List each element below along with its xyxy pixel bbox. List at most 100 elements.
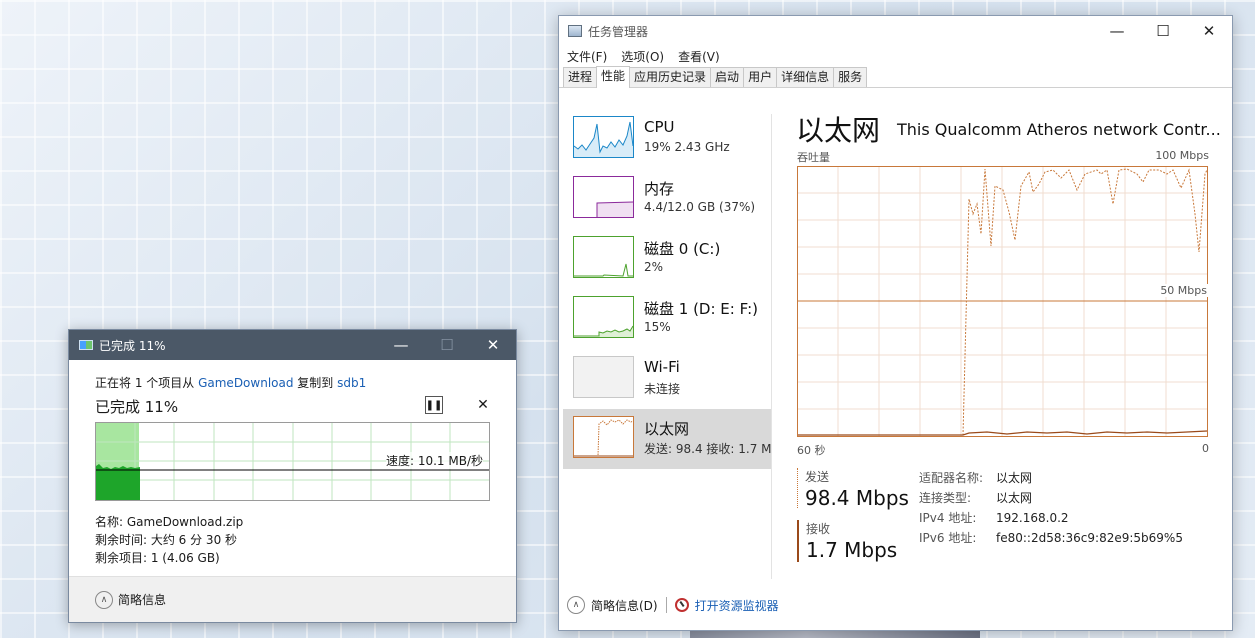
copy-window-title: 已完成 11% (99, 337, 378, 354)
copy-description: 正在将 1 个项目从 GameDownload 复制到 sdb1 (95, 374, 495, 391)
tab-services[interactable]: 服务 (833, 67, 867, 87)
sidebar-disk1-name: 磁盘 1 (D: E: F:) (644, 298, 758, 319)
time-remaining: 剩余时间: 大约 6 分 30 秒 (95, 531, 243, 549)
sidebar-wifi-sub: 未连接 (644, 380, 680, 397)
send-label: 发送 (805, 468, 909, 485)
copy-desc-prefix: 正在将 1 个项目从 (95, 376, 198, 390)
prop-key: IPv4 地址: (919, 508, 996, 528)
items-remaining: 剩余项目: 1 (4.06 GB) (95, 549, 243, 567)
panel-title: 以太网 (796, 109, 880, 149)
tab-performance[interactable]: 性能 (596, 66, 630, 88)
sidebar-item-disk-1[interactable]: 磁盘 1 (D: E: F:) 15% (563, 289, 771, 349)
pause-icon[interactable]: ❚❚ (425, 396, 443, 414)
sidebar-wifi-name: Wi-Fi (644, 358, 680, 376)
chevron-up-icon[interactable]: ∧ (567, 596, 585, 614)
tab-app-history[interactable]: 应用历史记录 (629, 67, 711, 87)
sidebar-disk0-sub: 2% (644, 260, 663, 274)
close-button[interactable]: ✕ (1186, 16, 1232, 46)
throughput-graph (797, 166, 1208, 437)
cpu-thumbnail (573, 116, 634, 158)
tm-window-title: 任务管理器 (588, 23, 1094, 40)
prop-key: IPv6 地址: (919, 528, 996, 548)
task-manager-window: 任务管理器 — ☐ ✕ 文件(F) 选项(O) 查看(V) 进程 性能 应用历史… (558, 15, 1233, 631)
prop-row: 适配器名称:以太网 (919, 468, 1183, 488)
adapter-properties: 适配器名称:以太网 连接类型:以太网 IPv4 地址:192.168.0.2 I… (919, 468, 1183, 548)
disk1-thumbnail (573, 296, 634, 338)
chevron-up-icon[interactable]: ∧ (95, 591, 113, 609)
close-button[interactable]: ✕ (470, 330, 516, 360)
receive-label: 接收 (806, 520, 897, 537)
menu-view[interactable]: 查看(V) (678, 48, 720, 65)
copy-title-bar[interactable]: 已完成 11% — ☐ ✕ (69, 330, 516, 360)
memory-thumbnail (573, 176, 634, 218)
resource-monitor-icon[interactable] (675, 598, 689, 612)
tab-startup[interactable]: 启动 (710, 67, 744, 87)
sidebar-item-disk-0[interactable]: 磁盘 0 (C:) 2% (563, 229, 771, 289)
tab-bar: 进程 性能 应用历史记录 启动 用户 详细信息 服务 (559, 66, 1232, 88)
send-stat: 发送 98.4 Mbps (797, 468, 909, 508)
sidebar-ethernet-name: 以太网 (644, 418, 689, 439)
sidebar-cpu-sub: 19% 2.43 GHz (644, 140, 730, 154)
wifi-thumbnail (573, 356, 634, 398)
sidebar-cpu-name: CPU (644, 118, 675, 136)
receive-stat: 接收 1.7 Mbps (797, 520, 897, 562)
copy-desc-mid: 复制到 (293, 376, 337, 390)
sidebar-disk0-name: 磁盘 0 (C:) (644, 238, 720, 259)
tab-users[interactable]: 用户 (743, 67, 777, 87)
sidebar-memory-sub: 4.4/12.0 GB (37%) (644, 200, 755, 214)
prop-key: 适配器名称: (919, 468, 996, 488)
mid-scale-label: 50 Mbps (1159, 284, 1208, 297)
menu-file[interactable]: 文件(F) (567, 48, 607, 65)
sidebar-item-ethernet[interactable]: 以太网 发送: 98.4 接收: 1.7 M (563, 409, 771, 469)
tab-details[interactable]: 详细信息 (776, 67, 834, 87)
maximize-button[interactable]: ☐ (1140, 16, 1186, 46)
prop-row: IPv6 地址:fe80::2d58:36c9:82e9:5b69%5 (919, 528, 1183, 548)
copy-details: 名称: GameDownload.zip 剩余时间: 大约 6 分 30 秒 剩… (95, 513, 243, 567)
maximize-button: ☐ (424, 330, 470, 360)
zero-label: 0 (1202, 442, 1209, 455)
resource-sidebar: CPU 19% 2.43 GHz 内存 4.4/12.0 GB (37%) 磁盘… (563, 109, 771, 589)
less-info-button[interactable]: 简略信息 (118, 591, 166, 608)
source-link[interactable]: GameDownload (198, 376, 293, 390)
fewer-details-button[interactable]: 简略信息(D) (591, 597, 658, 614)
destination-link[interactable]: sdb1 (337, 376, 366, 390)
time-span-label: 60 秒 (797, 442, 826, 458)
copy-speed-area (96, 464, 140, 500)
minimize-button[interactable]: — (1094, 16, 1140, 46)
copy-progress-dialog: 已完成 11% — ☐ ✕ 正在将 1 个项目从 GameDownload 复制… (68, 329, 517, 623)
minimize-button[interactable]: — (378, 330, 424, 360)
copy-footer: ∧ 简略信息 (69, 576, 516, 622)
file-name: 名称: GameDownload.zip (95, 513, 243, 531)
task-manager-icon (568, 25, 582, 37)
receive-value: 1.7 Mbps (806, 538, 897, 562)
throughput-label: 吞吐量 (797, 149, 830, 165)
sidebar-memory-name: 内存 (644, 178, 674, 199)
prop-value: 以太网 (996, 488, 1032, 508)
sidebar-divider (771, 114, 772, 579)
prop-value: 192.168.0.2 (996, 508, 1069, 528)
cancel-copy-icon[interactable]: ✕ (475, 396, 491, 414)
prop-key: 连接类型: (919, 488, 996, 508)
copy-app-icon (79, 340, 93, 350)
sidebar-disk1-sub: 15% (644, 320, 671, 334)
ethernet-thumbnail (573, 416, 634, 458)
disk0-thumbnail (573, 236, 634, 278)
tm-title-bar[interactable]: 任务管理器 — ☐ ✕ (559, 16, 1232, 46)
menu-options[interactable]: 选项(O) (621, 48, 664, 65)
sidebar-ethernet-sub: 发送: 98.4 接收: 1.7 M (644, 440, 772, 457)
max-scale-label: 100 Mbps (1155, 149, 1209, 162)
tm-footer: ∧ 简略信息(D) 打开资源监视器 (559, 580, 1232, 630)
send-value: 98.4 Mbps (805, 486, 909, 510)
sidebar-item-wifi[interactable]: Wi-Fi 未连接 (563, 349, 771, 409)
prop-row: IPv4 地址:192.168.0.2 (919, 508, 1183, 528)
menu-bar: 文件(F) 选项(O) 查看(V) (559, 46, 1232, 66)
open-resource-monitor-link[interactable]: 打开资源监视器 (695, 597, 779, 614)
footer-separator (666, 597, 667, 613)
sidebar-item-memory[interactable]: 内存 4.4/12.0 GB (37%) (563, 169, 771, 229)
prop-row: 连接类型:以太网 (919, 488, 1183, 508)
sidebar-item-cpu[interactable]: CPU 19% 2.43 GHz (563, 109, 771, 169)
adapter-name: This Qualcomm Atheros network Contr... (897, 120, 1221, 139)
speed-label: 速度: 10.1 MB/秒 (386, 452, 483, 469)
tab-processes[interactable]: 进程 (563, 67, 597, 87)
prop-value: fe80::2d58:36c9:82e9:5b69%5 (996, 528, 1183, 548)
